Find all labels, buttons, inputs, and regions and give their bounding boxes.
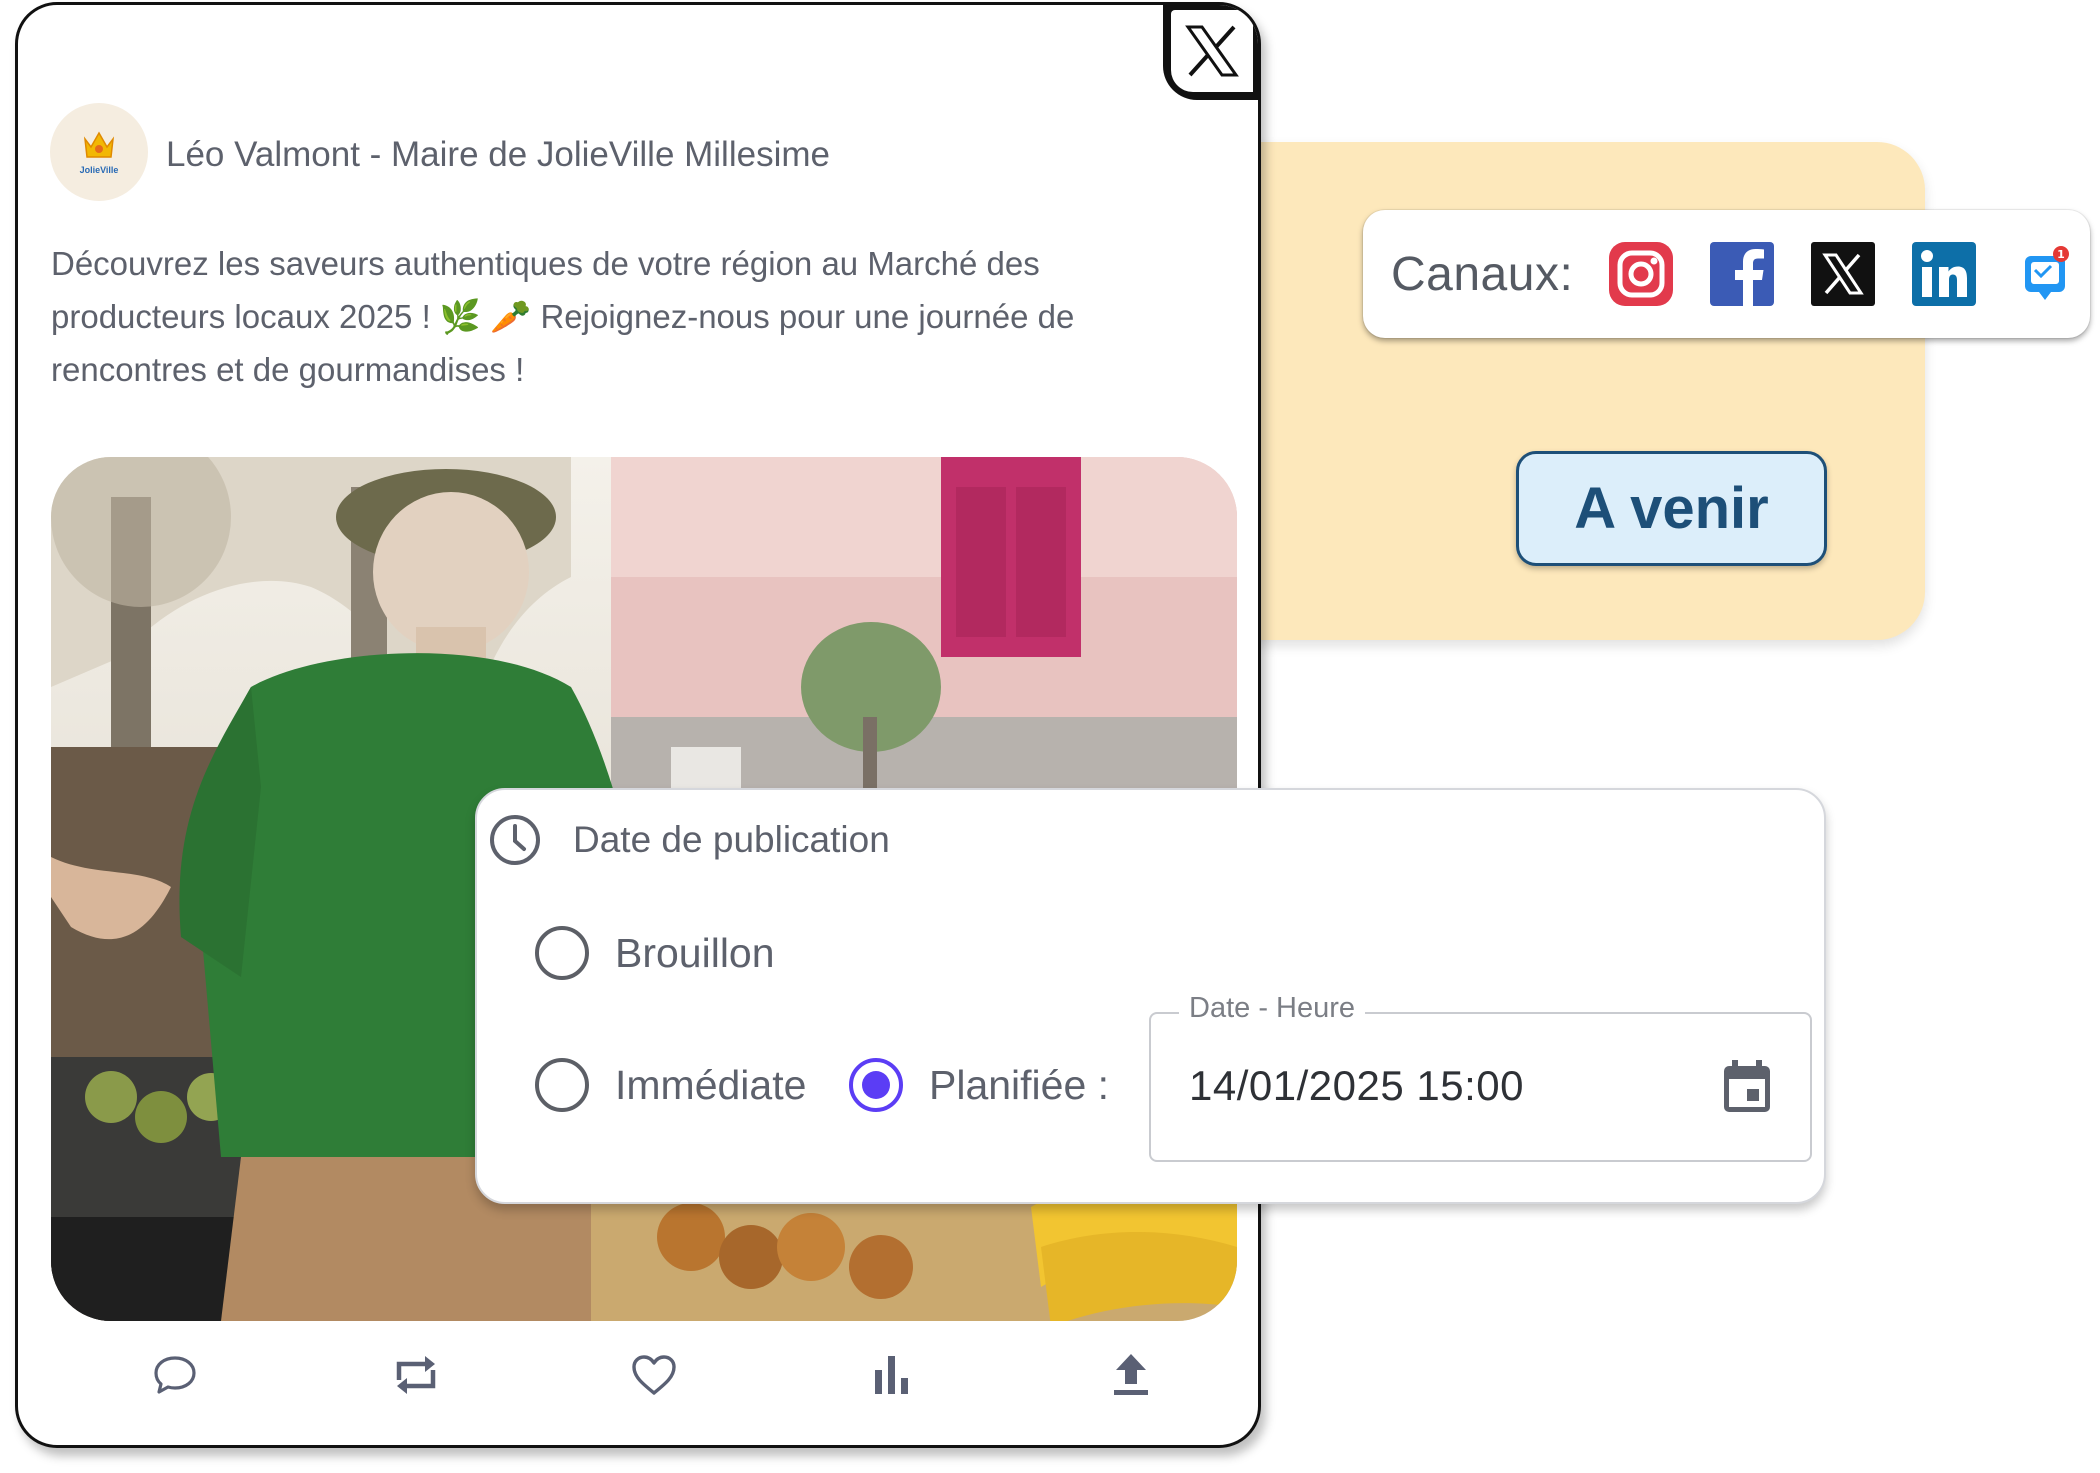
- share-icon[interactable]: [1101, 1345, 1161, 1405]
- option-scheduled[interactable]: Planifiée :: [849, 1058, 1109, 1112]
- channels-box: Canaux: 1: [1363, 210, 2090, 338]
- datetime-field[interactable]: Date - Heure 14/01/2025 15:00: [1149, 992, 1812, 1162]
- crown-logo-icon: [83, 131, 115, 158]
- scheduled-radio[interactable]: [849, 1058, 903, 1112]
- status-upcoming-button[interactable]: A venir: [1516, 451, 1827, 566]
- like-icon[interactable]: [624, 1345, 684, 1405]
- herb-emoji: 🌿: [439, 298, 482, 335]
- publication-date-panel: Date de publication Brouillon Immédiate …: [475, 788, 1826, 1204]
- scheduled-label[interactable]: Planifiée :: [929, 1062, 1109, 1109]
- x-icon[interactable]: [1809, 240, 1877, 308]
- datetime-legend: Date - Heure: [1179, 992, 1366, 1025]
- linkedin-icon[interactable]: [1910, 240, 1978, 308]
- option-immediate[interactable]: Immédiate: [535, 1058, 806, 1112]
- draft-radio[interactable]: [535, 926, 589, 980]
- google-business-icon[interactable]: 1: [2011, 240, 2079, 308]
- immediate-radio[interactable]: [535, 1058, 589, 1112]
- immediate-label[interactable]: Immédiate: [615, 1062, 806, 1109]
- post-card: JolieVille Léo Valmont - Maire de JolieV…: [15, 2, 1261, 1448]
- author-avatar[interactable]: JolieVille: [50, 103, 148, 201]
- repost-icon[interactable]: [386, 1345, 446, 1405]
- platform-tab: [1163, 5, 1258, 100]
- post-text: Découvrez les saveurs authentiques de vo…: [51, 237, 1201, 396]
- instagram-icon[interactable]: [1607, 240, 1675, 308]
- x-logo-icon: [1185, 25, 1239, 77]
- facebook-icon[interactable]: [1708, 240, 1776, 308]
- datetime-value[interactable]: 14/01/2025 15:00: [1189, 1062, 1524, 1110]
- stats-icon[interactable]: [862, 1345, 922, 1405]
- calendar-icon[interactable]: [1720, 1058, 1774, 1121]
- option-draft[interactable]: Brouillon: [535, 926, 775, 980]
- comment-icon[interactable]: [145, 1345, 205, 1405]
- author-name[interactable]: Léo Valmont - Maire de JolieVille Milles…: [166, 135, 830, 175]
- channels-label: Canaux:: [1391, 247, 1574, 301]
- panel-header: Date de publication: [487, 812, 890, 868]
- panel-title: Date de publication: [573, 819, 890, 860]
- post-action-bar: [18, 1345, 1258, 1415]
- clock-icon: [490, 815, 540, 865]
- notification-badge: 1: [2057, 248, 2065, 261]
- draft-label[interactable]: Brouillon: [615, 930, 775, 977]
- carrot-emoji: 🥕: [490, 298, 532, 335]
- avatar-logo-text: JolieVille: [79, 165, 119, 175]
